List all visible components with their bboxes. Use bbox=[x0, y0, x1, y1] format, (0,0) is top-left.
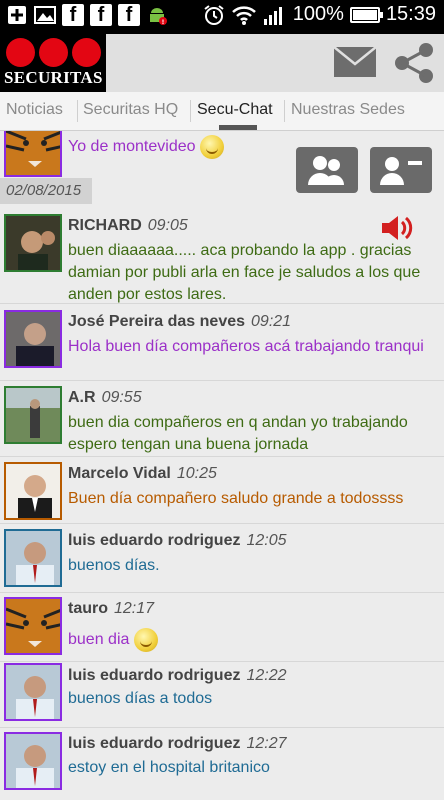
tab-bar: Noticias Securitas HQ Secu-Chat Nuestras… bbox=[0, 92, 444, 131]
tab-secu-chat[interactable]: Secu-Chat bbox=[197, 92, 279, 130]
list-item: Marcelo Vidal 10:25 Buen día compañero sa… bbox=[0, 459, 444, 521]
android-icon: ! bbox=[146, 4, 168, 26]
group-chat-button[interactable] bbox=[296, 147, 358, 193]
tab-noticias[interactable]: Noticias bbox=[6, 92, 72, 130]
avatar bbox=[4, 214, 62, 272]
message-text: buenos días a todos bbox=[68, 690, 213, 707]
clock: 15:39 bbox=[385, 3, 436, 25]
contact-card-icon bbox=[380, 157, 422, 185]
sender-name: A.R bbox=[68, 389, 96, 406]
sender-name: luis eduardo rodriguez bbox=[68, 667, 241, 684]
status-bar: f f f ! 100% 15:39 bbox=[0, 0, 444, 34]
message-text: buen diaaaaaa..... aca probando la app .… bbox=[68, 242, 421, 303]
chat-list[interactable]: Yo de montevideo 02/08/2015 RICHARD 09:05… bbox=[0, 131, 444, 800]
message-time: 09:05 bbox=[147, 217, 188, 234]
facebook-icon: f bbox=[62, 4, 84, 26]
smiley-icon bbox=[133, 628, 158, 652]
tab-nuestras-sedes[interactable]: Nuestras Sedes bbox=[291, 92, 413, 130]
logo-text: SECURITAS bbox=[4, 68, 103, 87]
date-divider: 02/08/2015 bbox=[0, 178, 92, 204]
message-text: Hola buen día compañeros acá trabajando … bbox=[68, 338, 424, 355]
group-icon bbox=[308, 156, 344, 185]
message-time: 12:27 bbox=[246, 735, 287, 752]
message-time: 10:25 bbox=[176, 465, 217, 482]
smiley-icon bbox=[199, 135, 224, 159]
signal-icon bbox=[263, 6, 282, 25]
share-icon[interactable] bbox=[392, 42, 436, 84]
facebook-icon: f bbox=[90, 4, 112, 26]
avatar bbox=[4, 462, 62, 520]
app-bar: SECURITAS bbox=[0, 34, 444, 92]
message-text: buenos días. bbox=[68, 557, 160, 574]
sender-name: Marcelo Vidal bbox=[68, 465, 171, 482]
avatar bbox=[4, 386, 62, 444]
sender-name: RICHARD bbox=[68, 217, 142, 234]
message-text: estoy en el hospital britanico bbox=[68, 759, 270, 776]
sender-name: luis eduardo rodriguez bbox=[68, 532, 241, 549]
contact-card-button[interactable] bbox=[370, 147, 432, 193]
list-item: RICHARD 09:05 buen diaaaaaa..... aca prob… bbox=[0, 211, 444, 305]
wifi-icon bbox=[231, 5, 256, 25]
message-text: Buen día compañero saludo grande a todos… bbox=[68, 490, 404, 507]
mail-icon[interactable] bbox=[333, 46, 377, 78]
battery-icon bbox=[349, 6, 383, 23]
avatar bbox=[4, 597, 62, 655]
list-item: luis eduardo rodriguez 12:22 buenos días … bbox=[0, 663, 444, 729]
facebook-icon: f bbox=[118, 4, 140, 26]
message-time: 09:21 bbox=[251, 313, 292, 330]
battery-percent: 100% bbox=[292, 3, 344, 25]
message-time: 12:17 bbox=[114, 600, 155, 617]
list-item: tauro 12:17 buen dia bbox=[0, 594, 444, 660]
sender-name: tauro bbox=[68, 600, 108, 617]
list-item: A.R 09:55 buen dia compañeros en q andan … bbox=[0, 383, 444, 455]
avatar bbox=[4, 529, 62, 587]
svg-text:!: ! bbox=[162, 19, 165, 26]
speaker-icon[interactable] bbox=[380, 214, 414, 242]
sender-name: luis eduardo rodriguez bbox=[68, 735, 241, 752]
list-item: luis eduardo rodriguez 12:05 buenos días. bbox=[0, 526, 444, 592]
list-item: luis eduardo rodriguez 12:27 estoy en el … bbox=[0, 730, 444, 796]
message-time: 12:22 bbox=[246, 667, 287, 684]
alarm-icon bbox=[204, 4, 224, 25]
avatar bbox=[4, 732, 62, 790]
message-time: 09:55 bbox=[101, 389, 142, 406]
sender-name: José Pereira das neves bbox=[68, 313, 246, 330]
add-icon bbox=[6, 4, 28, 26]
message-text: buen dia compañeros en q andan yo trabaj… bbox=[68, 414, 408, 453]
message-text: buen dia bbox=[68, 631, 130, 649]
avatar bbox=[4, 131, 62, 177]
message-text: Yo de montevideo bbox=[68, 138, 196, 156]
securitas-logo: SECURITAS bbox=[0, 34, 106, 92]
avatar bbox=[4, 663, 62, 721]
message-time: 12:05 bbox=[246, 532, 287, 549]
list-item: José Pereira das neves 09:21 Hola buen dí… bbox=[0, 307, 444, 379]
tab-securitas-hq[interactable]: Securitas HQ bbox=[83, 92, 185, 130]
image-icon bbox=[34, 4, 56, 26]
avatar bbox=[4, 310, 62, 368]
